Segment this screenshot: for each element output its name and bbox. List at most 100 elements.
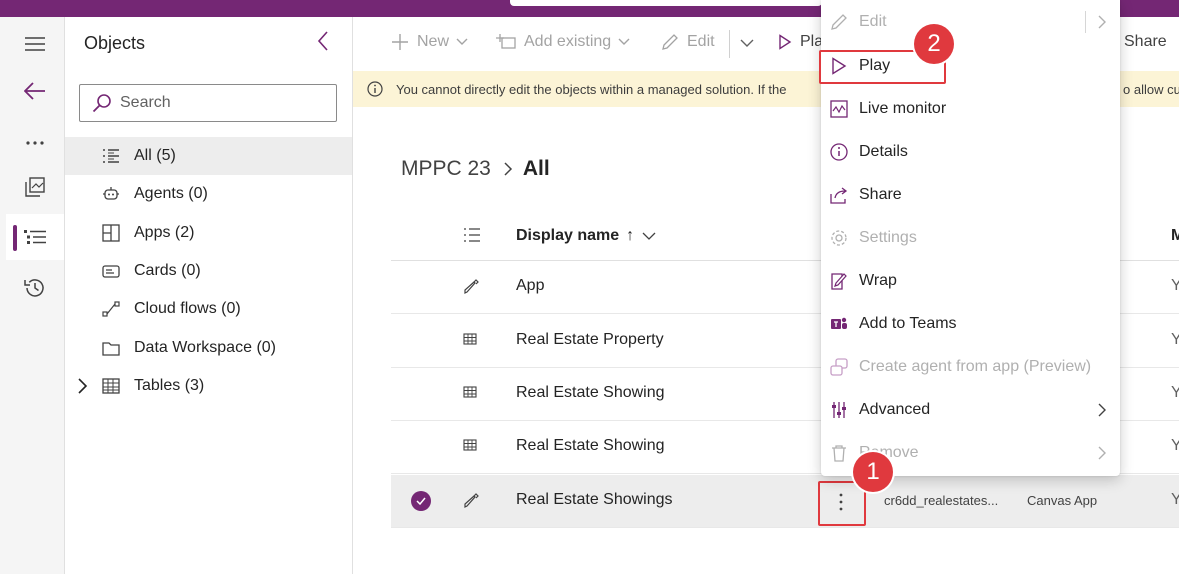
chevron-down-icon — [456, 38, 468, 45]
more-button[interactable] — [6, 120, 64, 166]
row-cell-value: Y — [1171, 437, 1179, 454]
menu-item-edit[interactable]: Edit — [821, 1, 1120, 43]
tree-item-label: Cards — [134, 262, 177, 279]
breadcrumb-parent[interactable]: MPPC 23 — [401, 157, 491, 181]
wrap-icon — [831, 273, 847, 290]
tree-item-label: Data Workspace — [134, 339, 252, 356]
step1-highlight-box — [818, 481, 866, 526]
plus-icon — [392, 34, 408, 50]
tree-list-icon — [24, 230, 46, 244]
row-display-name[interactable]: Real Estate Showings — [516, 491, 673, 509]
tree-item-label: Apps — [134, 224, 171, 241]
menu-item-live-monitor[interactable]: Live monitor — [821, 88, 1120, 130]
menu-split-divider — [1085, 11, 1086, 33]
chevron-right-icon — [1098, 403, 1106, 417]
share-label: Share — [1124, 33, 1167, 50]
edit-button[interactable]: Edit — [661, 33, 715, 51]
canvas-app-icon — [464, 279, 479, 294]
tree-item-data-workspace[interactable]: Data Workspace (0) — [65, 329, 352, 367]
history-button[interactable] — [6, 265, 64, 311]
row-display-name[interactable]: Real Estate Showing — [516, 437, 665, 455]
trash-icon — [832, 445, 846, 462]
row-display-name[interactable]: Real Estate Property — [516, 331, 664, 349]
tree-item-cards[interactable]: Cards (0) — [65, 252, 352, 290]
menu-item-label: Share — [859, 186, 902, 203]
info-icon — [367, 81, 383, 97]
menu-item-label: Create agent from app (Preview) — [859, 358, 1092, 375]
hamburger-icon — [25, 37, 45, 51]
objects-search-input[interactable] — [120, 94, 320, 112]
row-display-name[interactable]: App — [516, 277, 544, 295]
menu-item-wrap[interactable]: Wrap — [821, 260, 1120, 302]
tree-item-cloud-flows[interactable]: Cloud flows (0) — [65, 290, 352, 328]
type-column-icon[interactable] — [463, 227, 481, 243]
tree-item-count: (0) — [188, 185, 208, 202]
collapse-panel-button[interactable] — [317, 31, 337, 53]
global-search-edge[interactable] — [510, 0, 822, 6]
hamburger-menu-button[interactable] — [6, 21, 64, 67]
objects-search-box[interactable] — [79, 84, 337, 122]
folder-icon — [102, 342, 120, 356]
checkmark-icon — [416, 497, 426, 505]
tree-item-all[interactable]: All (5) — [65, 137, 352, 175]
edit-dropdown-button[interactable] — [740, 39, 762, 47]
pages-button[interactable] — [6, 164, 64, 210]
tree-item-count: (3) — [184, 377, 205, 394]
menu-item-label: Edit — [859, 13, 887, 30]
advanced-icon — [832, 402, 846, 418]
table-row-selected[interactable]: Real Estate Showings cr6dd_realestates..… — [391, 475, 1179, 528]
pages-icon — [25, 177, 45, 197]
tree-item-count: (0) — [221, 300, 241, 317]
display-name-column-header[interactable]: Display name ↑ — [516, 227, 656, 245]
tree-item-apps[interactable]: Apps (2) — [65, 214, 352, 252]
monitor-icon — [830, 100, 848, 118]
tree-item-count: (5) — [156, 147, 176, 164]
pencil-icon — [831, 14, 847, 30]
chevron-right-icon[interactable] — [1098, 15, 1106, 29]
menu-item-create-agent[interactable]: Create agent from app (Preview) — [821, 346, 1120, 388]
play-command-button[interactable]: Pla — [778, 33, 823, 51]
chevron-left-icon — [317, 31, 328, 51]
history-icon — [24, 279, 44, 297]
tree-item-agents[interactable]: Agents (0) — [65, 175, 352, 213]
share-command-button[interactable]: Share — [1124, 33, 1167, 51]
tree-item-label: Tables — [134, 377, 181, 394]
menu-item-label: Settings — [859, 229, 917, 246]
menu-item-label: Wrap — [859, 272, 897, 289]
menu-item-label: Add to Teams — [859, 315, 957, 332]
play-icon — [779, 34, 792, 50]
menu-item-label: Live monitor — [859, 100, 947, 117]
menu-item-label: Advanced — [859, 401, 931, 418]
canvas-app-icon — [464, 493, 479, 508]
row-name-cell: cr6dd_realestates... — [884, 493, 999, 508]
menu-item-add-to-teams[interactable]: Add to Teams — [821, 303, 1120, 345]
objects-panel-title: Objects — [84, 33, 146, 53]
tree-item-count: (0) — [256, 339, 276, 356]
menu-item-label: Details — [859, 143, 908, 160]
new-button[interactable]: New — [391, 33, 468, 51]
banner-text: You cannot directly edit the objects wit… — [396, 82, 787, 97]
menu-item-advanced[interactable]: Advanced — [821, 389, 1120, 431]
row-selected-checkmark[interactable] — [411, 491, 431, 511]
chevron-down-icon — [642, 232, 656, 240]
edit-label: Edit — [687, 33, 715, 50]
next-column-header[interactable]: M — [1171, 227, 1179, 245]
menu-item-details[interactable]: Details — [821, 131, 1120, 173]
info-icon — [830, 143, 848, 161]
chevron-down-icon — [618, 38, 630, 45]
row-cell-value: Y — [1171, 491, 1179, 508]
menu-item-settings[interactable]: Settings — [821, 217, 1120, 259]
flow-icon — [102, 301, 120, 317]
row-display-name[interactable]: Real Estate Showing — [516, 384, 665, 402]
objects-button[interactable] — [6, 214, 64, 260]
table-icon — [463, 386, 477, 398]
breadcrumb: MPPC 23 All — [401, 157, 550, 181]
add-existing-button[interactable]: Add existing — [496, 33, 630, 51]
breadcrumb-current: All — [522, 157, 550, 180]
left-rail — [0, 17, 65, 574]
chevron-right-icon[interactable] — [75, 378, 89, 394]
back-button[interactable] — [6, 68, 64, 114]
menu-item-share[interactable]: Share — [821, 174, 1120, 216]
tree-item-tables[interactable]: Tables (3) — [65, 367, 352, 405]
share-icon — [830, 187, 848, 204]
